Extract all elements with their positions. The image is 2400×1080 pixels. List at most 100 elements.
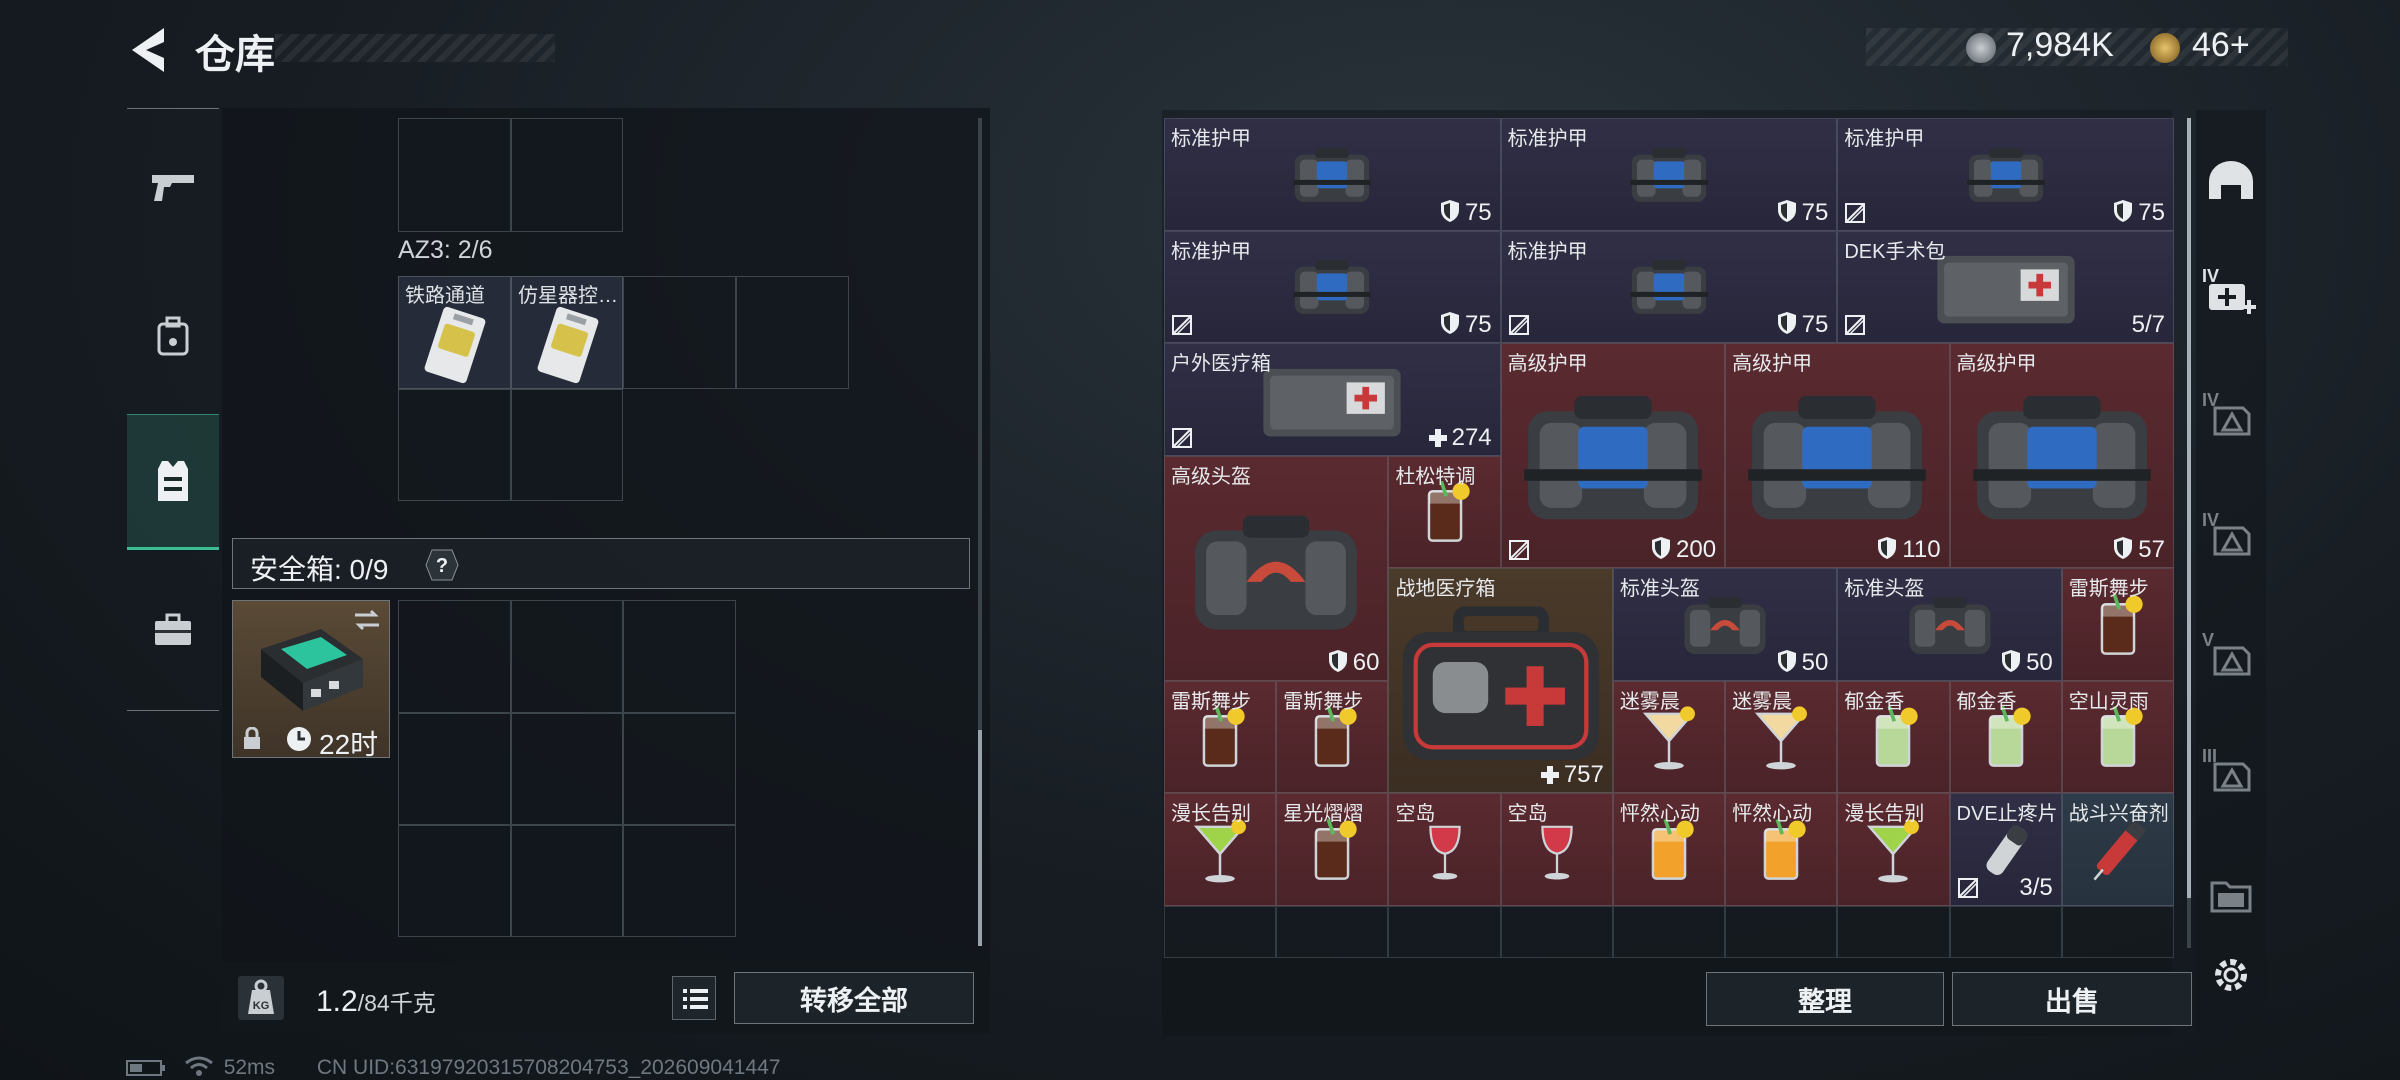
grid-slot[interactable] xyxy=(398,600,511,713)
stash-item[interactable]: 高级护甲 110 xyxy=(1725,343,1950,568)
helmet-icon xyxy=(2209,161,2253,199)
stash-item[interactable]: 空岛 xyxy=(1500,793,1613,906)
unmarked-icon xyxy=(1957,877,1979,899)
grid-slot[interactable] xyxy=(511,825,623,937)
grid-slot[interactable] xyxy=(398,389,511,501)
sell-button[interactable]: 出售 xyxy=(1952,972,2192,1026)
weight-readout: 1.2/84千克 xyxy=(316,984,436,1019)
stash-item[interactable]: 高级护甲 200 xyxy=(1500,343,1726,568)
item-name: 标准护甲 xyxy=(1844,128,1925,150)
grid-slot[interactable] xyxy=(1388,905,1501,958)
category-medkit-add[interactable]: IV xyxy=(2198,248,2264,338)
item-image xyxy=(1184,508,1368,646)
list-view-button[interactable] xyxy=(672,976,716,1020)
back-button[interactable] xyxy=(120,20,180,80)
category-settings[interactable] xyxy=(2198,930,2264,1020)
stash-item[interactable]: DEK手术包 5/7 xyxy=(1837,230,2174,343)
nav-backpack[interactable] xyxy=(127,268,219,404)
grid-slot[interactable] xyxy=(1276,905,1389,958)
unmarked-icon xyxy=(1844,202,1866,224)
container-item[interactable]: 仿星器控… xyxy=(511,276,623,389)
stash-item[interactable]: 标准护甲 75 xyxy=(1500,230,1838,343)
stash-item[interactable]: 户外医疗箱 274 xyxy=(1164,343,1501,456)
swap-icon xyxy=(355,609,379,631)
stash-item[interactable]: 战斗兴奋剂 xyxy=(2061,793,2174,906)
stash-item[interactable]: 雷斯舞步 xyxy=(1276,680,1389,793)
stash-item[interactable]: 怦然心动 xyxy=(1612,793,1726,906)
container-item[interactable]: 铁路通道 xyxy=(398,276,511,389)
transfer-all-button[interactable]: 转移全部 xyxy=(734,972,974,1024)
grid-slot[interactable] xyxy=(1500,905,1613,958)
stash-item[interactable]: 高级护甲 57 xyxy=(1949,343,2174,568)
category-ammo-tier[interactable]: V xyxy=(2198,612,2264,702)
grid-slot[interactable] xyxy=(1612,905,1726,958)
grid-slot[interactable] xyxy=(398,825,511,937)
nav-vest[interactable] xyxy=(127,414,219,550)
stash-scrollbar-thumb[interactable] xyxy=(2187,118,2191,898)
stash-item[interactable]: 迷雾晨 xyxy=(1725,680,1838,793)
stash-item[interactable]: 标准护甲 75 xyxy=(1164,118,1501,231)
safebox-case[interactable]: 22时 xyxy=(232,600,390,760)
stash-item[interactable]: 标准头盔 50 xyxy=(1612,568,1838,681)
category-folder[interactable] xyxy=(2198,850,2264,940)
category-armor-tier[interactable]: IV xyxy=(2198,492,2264,582)
stash-item[interactable]: 标准护甲 75 xyxy=(1837,118,2174,231)
stash-item[interactable]: 郁金香 xyxy=(1837,680,1950,793)
grid-slot[interactable] xyxy=(511,600,623,713)
item-name: 标准头盔 xyxy=(1619,578,1700,600)
grid-slot[interactable] xyxy=(511,713,623,825)
grid-slot[interactable] xyxy=(623,600,736,713)
grid-slot[interactable] xyxy=(1837,905,1950,958)
stash-item[interactable]: 高级头盔 60 xyxy=(1164,455,1389,681)
grid-slot[interactable] xyxy=(1949,905,2062,958)
category-armor-tier[interactable]: IV xyxy=(2198,372,2264,462)
unmarked-icon xyxy=(1171,427,1193,449)
safebox-icon xyxy=(261,629,363,711)
help-button[interactable]: ? xyxy=(424,548,460,582)
item-name: 杜松特调 xyxy=(1395,465,1476,488)
sort-button[interactable]: 整理 xyxy=(1706,972,1944,1026)
stash-item[interactable]: 标准头盔 50 xyxy=(1837,568,2062,681)
stash-item[interactable]: 杜松特调 xyxy=(1388,455,1501,568)
stash-item[interactable]: 标准护甲 75 xyxy=(1500,118,1838,231)
stash-item[interactable]: 星光熠熠 xyxy=(1276,793,1389,906)
stash-item[interactable]: 郁金香 xyxy=(1949,680,2062,793)
az3-capacity-label: AZ3: 2/6 xyxy=(398,236,493,264)
item-name: 标准护甲 xyxy=(1507,128,1588,150)
stash-item[interactable]: 漫长告别 xyxy=(1837,793,1950,906)
stash-item[interactable]: 迷雾晨 xyxy=(1612,680,1726,793)
stash-item[interactable]: 标准护甲 75 xyxy=(1164,230,1501,343)
stash-item[interactable]: 空岛 xyxy=(1388,793,1501,906)
stash-item[interactable]: 漫长告别 xyxy=(1164,793,1277,906)
grid-slot[interactable] xyxy=(398,118,511,232)
gem-icon xyxy=(2150,33,2180,63)
grid-slot[interactable] xyxy=(623,276,736,389)
grid-slot[interactable] xyxy=(623,825,736,937)
item-image xyxy=(1189,816,1251,891)
stash-item[interactable]: 雷斯舞步 xyxy=(2061,568,2174,681)
grid-slot[interactable] xyxy=(511,389,623,501)
stash-item[interactable]: 雷斯舞步 xyxy=(1164,680,1277,793)
stash-item[interactable]: DVE止疼片 3/5 xyxy=(1949,793,2062,906)
vest-icon xyxy=(158,461,188,501)
grid-slot[interactable] xyxy=(736,276,849,389)
weight-kg-icon: KG xyxy=(238,976,284,1020)
stash-item[interactable]: 战地医疗箱 757 xyxy=(1388,568,1613,793)
grid-slot[interactable] xyxy=(2061,905,2174,958)
stash-item[interactable]: 怦然心动 xyxy=(1725,793,1838,906)
container-scrollbar-thumb[interactable] xyxy=(978,730,982,946)
item-name: 雷斯舞步 xyxy=(1171,690,1251,713)
durability-value: 75 xyxy=(1439,199,1492,227)
grid-slot[interactable] xyxy=(398,713,511,825)
nav-weapons[interactable] xyxy=(127,120,219,256)
grid-slot[interactable] xyxy=(1725,905,1838,958)
category-armor-tier[interactable]: III xyxy=(2198,728,2264,818)
nav-case[interactable] xyxy=(127,562,219,698)
stash-item[interactable]: 空山灵雨 xyxy=(2061,680,2174,793)
category-helmet[interactable] xyxy=(2198,135,2264,225)
grid-slot[interactable] xyxy=(1164,905,1277,958)
grid-slot[interactable] xyxy=(511,118,623,232)
grid-slot[interactable] xyxy=(623,713,736,825)
coin-icon xyxy=(1966,33,1996,63)
currency-secondary[interactable]: 46+ xyxy=(2192,26,2250,65)
